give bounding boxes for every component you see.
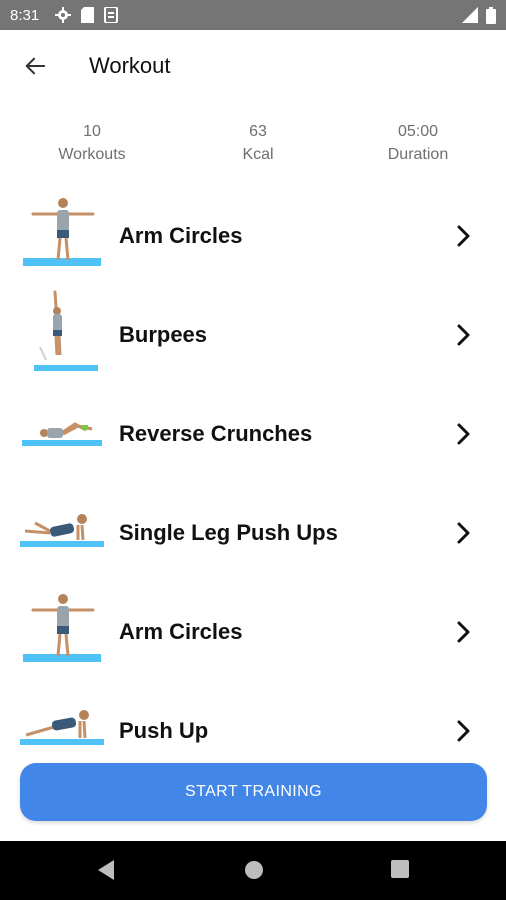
sd-card-icon bbox=[81, 7, 95, 23]
exercise-name: Arm Circles bbox=[119, 618, 243, 644]
stat-label: Duration bbox=[387, 146, 449, 163]
list-item[interactable]: Arm Circles bbox=[0, 186, 506, 285]
exercise-name: Push Up bbox=[119, 717, 209, 743]
stat-duration: 05:00 Duration bbox=[348, 120, 488, 166]
start-training-button[interactable]: START TRAINING bbox=[20, 763, 487, 821]
exercise-thumbnail-single-leg-push-ups bbox=[20, 514, 104, 547]
signal-icon bbox=[462, 7, 478, 23]
exercise-name: Reverse Crunches bbox=[119, 420, 313, 446]
settings-cog-icon bbox=[55, 7, 72, 23]
chevron-right-icon bbox=[457, 324, 470, 345]
back-triangle-icon[interactable] bbox=[96, 859, 116, 881]
status-time: 8:31 bbox=[10, 6, 40, 24]
sync-icon bbox=[104, 7, 119, 23]
chevron-right-icon bbox=[457, 522, 470, 543]
navigation-bar bbox=[0, 841, 506, 900]
chevron-right-icon bbox=[457, 621, 470, 642]
stat-value: 10 bbox=[83, 123, 101, 140]
page-title: Workout bbox=[89, 53, 171, 78]
list-item[interactable]: Push Up bbox=[0, 681, 506, 752]
exercise-name: Single Leg Push Ups bbox=[119, 519, 338, 545]
list-item[interactable]: Reverse Crunches bbox=[0, 384, 506, 483]
chevron-right-icon bbox=[457, 720, 470, 741]
app-bar: Workout bbox=[0, 30, 506, 102]
stat-workouts: 10 Workouts bbox=[22, 120, 162, 166]
arrow-back-icon bbox=[25, 57, 46, 75]
chevron-right-icon bbox=[457, 225, 470, 246]
recents-square-icon[interactable] bbox=[390, 859, 410, 879]
stat-value: 63 bbox=[249, 123, 267, 140]
exercise-list[interactable]: Arm Circles Burpees Reverse Crunches Sin… bbox=[0, 186, 506, 752]
exercise-thumbnail-arm-circles bbox=[23, 594, 101, 662]
battery-icon bbox=[486, 6, 496, 24]
workout-stats: 10 Workouts 63 Kcal 05:00 Duration bbox=[0, 112, 506, 172]
exercise-name: Arm Circles bbox=[119, 222, 243, 248]
stat-label: Kcal bbox=[242, 146, 274, 163]
stat-kcal: 63 Kcal bbox=[188, 120, 328, 166]
status-bar: 8:31 bbox=[0, 0, 506, 30]
list-item[interactable]: Single Leg Push Ups bbox=[0, 483, 506, 582]
stat-value: 05:00 bbox=[397, 123, 439, 140]
home-circle-icon[interactable] bbox=[243, 859, 265, 881]
exercise-name: Burpees bbox=[119, 321, 208, 347]
list-item[interactable]: Arm Circles bbox=[0, 582, 506, 681]
exercise-thumbnail-burpees bbox=[34, 290, 98, 371]
stat-label: Workouts bbox=[58, 146, 126, 163]
exercise-thumbnail-arm-circles bbox=[23, 198, 101, 266]
exercise-thumbnail-reverse-crunches bbox=[22, 422, 102, 446]
exercise-thumbnail-push-up bbox=[20, 710, 104, 745]
back-button[interactable] bbox=[0, 30, 70, 102]
list-item[interactable]: Burpees bbox=[0, 285, 506, 384]
chevron-right-icon bbox=[457, 423, 470, 444]
